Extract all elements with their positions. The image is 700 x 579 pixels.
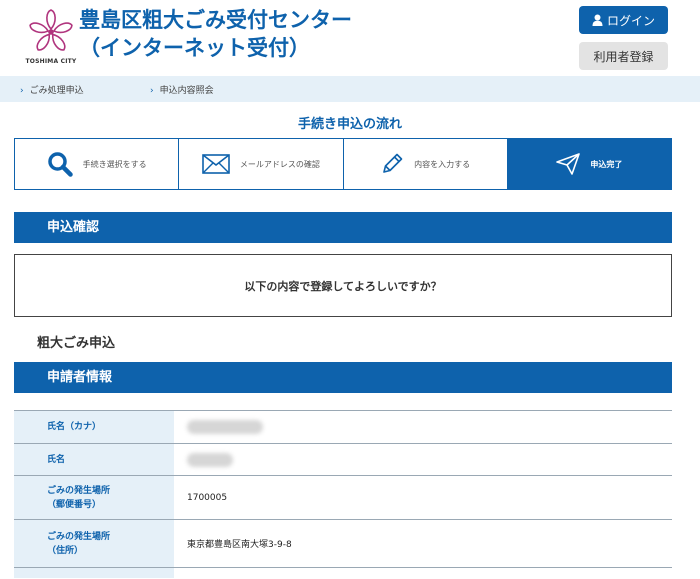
login-button-label: ログイン xyxy=(606,13,655,28)
login-button[interactable]: ログイン xyxy=(579,6,668,34)
breadcrumb-item-inquiry[interactable]: › 申込内容照会 xyxy=(150,83,214,96)
breadcrumb: › ごみ処理申込 › 申込内容照会 xyxy=(0,76,700,102)
step-label: 手続き選択をする xyxy=(82,159,147,169)
search-icon xyxy=(47,152,73,177)
table-value-cell xyxy=(174,444,672,475)
step-label: メールアドレスの確認 xyxy=(239,159,320,169)
table-header-cell: 氏名（カナ） xyxy=(14,411,174,443)
table-row: ごみの発生場所 （郵便番号） 1700005 xyxy=(14,476,672,520)
step-complete: 申込完了 xyxy=(507,139,671,189)
table-header-cell: ごみの発生場所 （郵便番号） xyxy=(14,476,174,519)
cherry-blossom-logo-icon xyxy=(29,9,73,51)
user-icon xyxy=(592,14,603,26)
step-input-content: 内容を入力する xyxy=(344,139,508,189)
confirm-message-box: 以下の内容で登録してよろしいですか？ xyxy=(14,254,672,317)
table-value-cell: 東京都豊島区南大塚3-9-8 xyxy=(174,520,672,567)
site-title: 豊島区粗大ごみ受付センター （インターネット受付） xyxy=(79,6,352,62)
section-bar-applicant: 申請者情報 xyxy=(14,362,672,393)
table-value-cell: 1700005 xyxy=(174,476,672,519)
mail-icon xyxy=(202,154,230,174)
paper-plane-icon xyxy=(556,153,581,175)
flow-title: 手続き申込の流れ xyxy=(297,117,402,132)
register-button-label: 利用者登録 xyxy=(593,49,654,64)
redacted-value xyxy=(187,452,233,467)
table-header-cell: 氏名 xyxy=(14,444,174,475)
applicant-info-table: 氏名（カナ） 氏名 ごみの発生場所 （郵便番号） 1700005 ごみの発生場所… xyxy=(14,410,672,578)
table-row xyxy=(14,568,672,578)
postal-code-value: 1700005 xyxy=(187,492,228,503)
logo-caption: TOSHIMA CITY xyxy=(25,58,77,65)
site-header: TOSHIMA CITY 豊島区粗大ごみ受付センター （インターネット受付） ロ… xyxy=(0,0,700,76)
redacted-value xyxy=(187,420,263,434)
step-label: 内容を入力する xyxy=(414,159,471,169)
step-label: 申込完了 xyxy=(590,159,623,169)
breadcrumb-item-garbage-application[interactable]: › ごみ処理申込 xyxy=(20,83,84,96)
step-select-procedure: 手続き選択をする xyxy=(15,139,180,189)
flow-steps: 手続き選択をする メールアドレスの確認 内容を入力する 申込完了 xyxy=(14,138,672,190)
table-header-cell xyxy=(14,568,174,578)
table-value-cell xyxy=(174,568,672,578)
table-row: 氏名（カナ） xyxy=(14,411,672,444)
site-title-line2: （インターネット受付） xyxy=(79,36,310,60)
table-value-cell xyxy=(174,411,672,443)
confirm-message: 以下の内容で登録してよろしいですか？ xyxy=(244,279,442,293)
chevron-right-icon: › xyxy=(20,86,24,96)
chevron-right-icon: › xyxy=(150,86,154,96)
site-title-line1: 豊島区粗大ごみ受付センター xyxy=(79,8,352,32)
section-bar-confirm: 申込確認 xyxy=(14,212,672,243)
register-button[interactable]: 利用者登録 xyxy=(579,42,668,70)
table-header-cell: ごみの発生場所 （住所） xyxy=(14,520,174,567)
address-value: 東京都豊島区南大塚3-9-8 xyxy=(187,540,292,550)
toshima-logo[interactable]: TOSHIMA CITY xyxy=(22,8,80,70)
table-row: ごみの発生場所 （住所） 東京都豊島区南大塚3-9-8 xyxy=(14,520,672,568)
step-email-confirm: メールアドレスの確認 xyxy=(179,139,344,189)
table-row: 氏名 xyxy=(14,444,672,476)
pencil-icon xyxy=(383,153,403,173)
application-title: 粗大ごみ申込 xyxy=(37,336,116,351)
